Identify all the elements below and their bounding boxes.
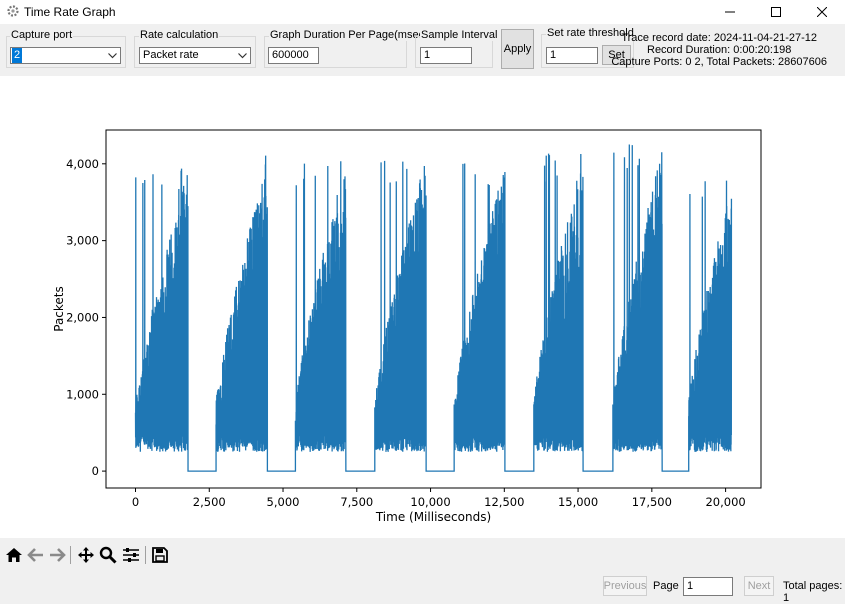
capture-port-label: Capture port [10, 29, 74, 41]
x-tick-label: 10,000 [410, 495, 450, 509]
next-page-button[interactable]: Next [744, 576, 774, 596]
graph-duration-input[interactable]: 600000 [268, 47, 319, 64]
time-rate-chart: 0 2,500 5,000 7,500 10,000 12,500 15,000 17,500… [52, 129, 762, 524]
gear-icon [7, 5, 19, 17]
toolbar-separator [70, 546, 71, 564]
series-line-packets [134, 144, 733, 472]
capture-port-value: 2 [12, 48, 23, 63]
close-button[interactable] [799, 0, 845, 24]
x-tick-label: 15,000 [558, 495, 598, 509]
total-pages: Total pages: 1 [783, 580, 843, 604]
page-label: Page [653, 580, 679, 592]
minimize-button[interactable] [707, 0, 753, 24]
x-tick-label: 5,000 [267, 495, 300, 509]
y-tick-label: 4,000 [66, 157, 99, 171]
graph-duration-label: Graph Duration Per Page(msec) [269, 29, 429, 41]
plot-canvas: 0 2,500 5,000 7,500 10,000 12,500 15,000 17,500… [0, 76, 845, 538]
x-axis-label: Time (Milliseconds) [375, 510, 491, 524]
sample-interval-input[interactable]: 1 [420, 47, 472, 64]
x-tick-label: 0 [132, 495, 139, 509]
previous-page-button[interactable]: Previous [603, 576, 647, 596]
page-input[interactable]: 1 [683, 577, 733, 596]
configure-subplots-icon[interactable] [122, 546, 140, 564]
x-tick-label: 20,000 [705, 495, 745, 509]
maximize-button[interactable] [753, 0, 799, 24]
x-tick-label: 17,500 [632, 495, 672, 509]
chevron-down-icon [235, 48, 250, 63]
pan-icon[interactable] [77, 546, 95, 564]
rate-calculation-label: Rate calculation [139, 29, 220, 41]
record-duration: Record Duration: 0:00:20:198 [647, 44, 792, 56]
x-tick-label: 7,500 [340, 495, 373, 509]
chevron-down-icon [105, 48, 120, 63]
x-tick-label: 2,500 [193, 495, 226, 509]
x-tick-label: 12,500 [484, 495, 524, 509]
save-icon[interactable] [151, 546, 169, 564]
capture-port-dropdown[interactable]: 2 [10, 47, 121, 64]
y-tick-label: 1,000 [66, 387, 99, 401]
rate-calculation-dropdown[interactable]: Packet rate [139, 47, 251, 64]
y-axis-label: Packets [52, 286, 66, 332]
plot-frame [105, 129, 762, 489]
rate-threshold-input[interactable]: 1 [546, 47, 598, 64]
back-arrow-icon[interactable] [27, 546, 45, 564]
forward-arrow-icon[interactable] [48, 546, 66, 564]
trace-info: Trace record date: 2024-11-04-21-27-12 R… [611, 32, 827, 68]
toolbar-separator [145, 546, 146, 564]
window-title: Time Rate Graph [24, 5, 116, 19]
y-tick-label: 0 [92, 464, 99, 478]
trace-record-date: Trace record date: 2024-11-04-21-27-12 [621, 32, 817, 44]
title-bar: Time Rate Graph [0, 0, 845, 24]
apply-button[interactable]: Apply [501, 29, 534, 69]
home-icon[interactable] [5, 546, 23, 564]
capture-ports-summary: Capture Ports: 0 2, Total Packets: 28607… [611, 56, 827, 68]
y-tick-label: 2,000 [66, 310, 99, 324]
sample-interval-label: Sample Interval [420, 29, 499, 41]
y-tick-label: 3,000 [66, 234, 99, 248]
zoom-icon[interactable] [99, 546, 117, 564]
rate-calculation-value: Packet rate [143, 49, 199, 61]
